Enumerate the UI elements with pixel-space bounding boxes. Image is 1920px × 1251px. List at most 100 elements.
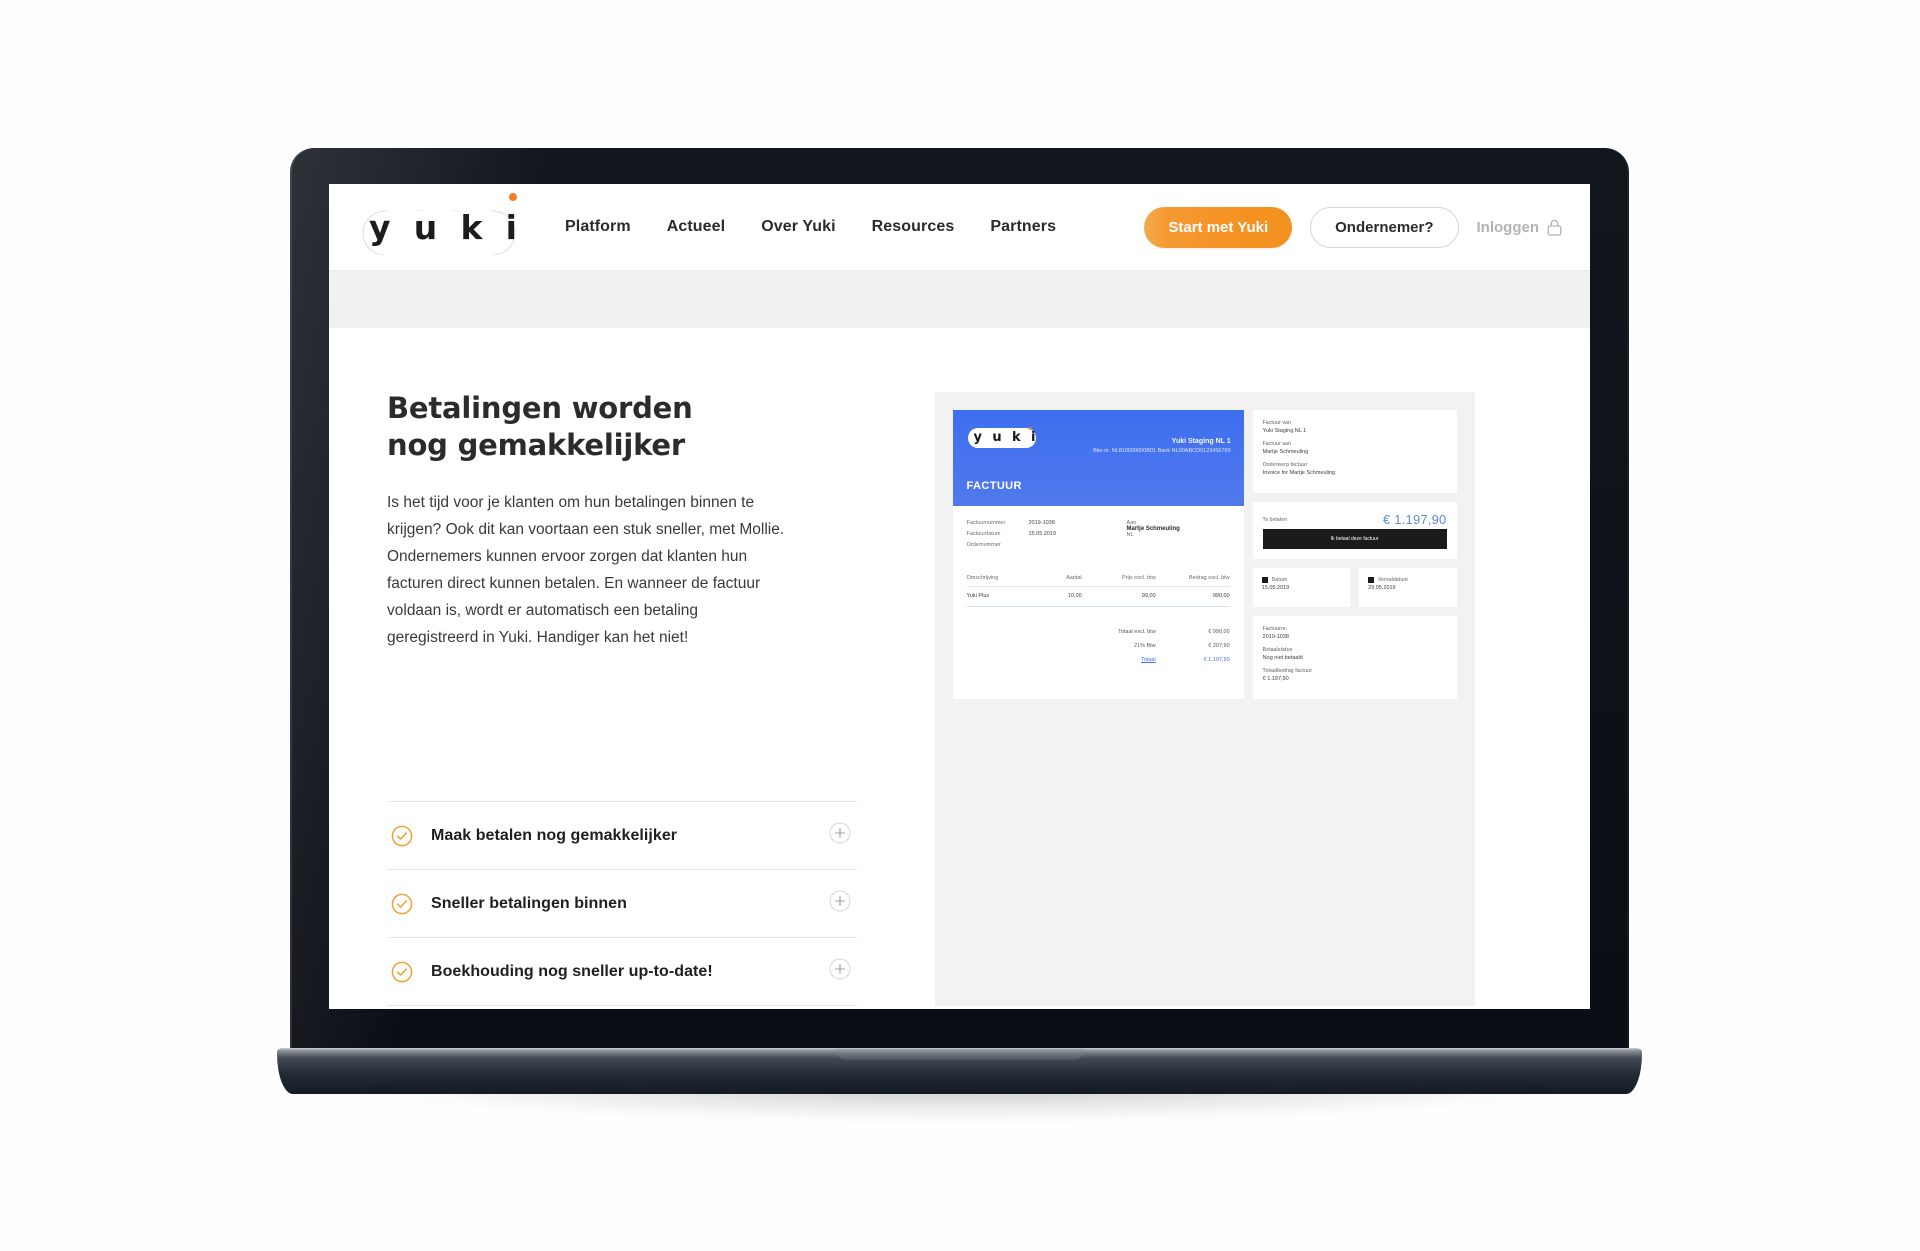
recipient-name: Martje Schmeuling <box>1126 526 1180 532</box>
payment-status-value: Nog niet betaald <box>1262 655 1303 661</box>
secondary-bar <box>329 270 1590 328</box>
invoice-parties-card: Factuur van Yuki Staging NL 1 Factuur aa… <box>1252 410 1457 493</box>
grand-amount-value: € 1.197,90 <box>1262 676 1289 682</box>
nav-item-partners[interactable]: Partners <box>990 218 1056 236</box>
invoice-number-value: 2019-1038 <box>1028 520 1055 526</box>
logo-letter-k: k <box>1012 430 1021 445</box>
accordion-item-1-expand[interactable] <box>829 822 851 849</box>
invoice-sheet: y u k i FACTUUR Yuki Staging NL 1 Btw-nr… <box>952 410 1457 699</box>
subject-value: Invoice for Martje Schmeuling <box>1262 470 1336 476</box>
grand-total-label: Totaal <box>1140 657 1156 663</box>
invoice-side-panel: Factuur van Yuki Staging NL 1 Factuur aa… <box>1252 410 1457 699</box>
due-date-label: Vervaldatum <box>1378 577 1408 583</box>
yuki-logo[interactable]: y u k i <box>355 193 531 258</box>
plus-circle-icon <box>829 822 851 844</box>
subtotal-value: € 990,00 <box>1208 629 1230 635</box>
accordion-item-2-expand[interactable] <box>829 890 851 917</box>
invoice-header: y u k i FACTUUR Yuki Staging NL 1 Btw-nr… <box>952 410 1244 506</box>
invoice-yuki-logo: y u k i <box>967 426 1045 450</box>
pay-invoice-button[interactable]: Ik betaal deze factuur <box>1262 529 1447 549</box>
payment-status-label: Betaalstatus <box>1262 647 1293 653</box>
nav-item-platform[interactable]: Platform <box>565 218 631 236</box>
logo-letter-i: i <box>505 193 517 247</box>
page-intro-paragraph: Is het tijd voor je klanten om hun betal… <box>387 493 785 647</box>
logo-letter-u: u <box>992 430 1002 445</box>
subtotal-label: Totaal excl. btw <box>1118 629 1156 635</box>
start-met-yuki-button[interactable]: Start met Yuki <box>1144 206 1293 248</box>
invoice-payment-card: Te betalen € 1.197,90 Ik betaal deze fac… <box>1252 502 1457 559</box>
total-row-grand: Totaal € 1.197,90 <box>967 653 1230 667</box>
login-label: Inloggen <box>1476 218 1540 236</box>
accordion-item-1[interactable]: Maak betalen nog gemakkelijker <box>387 801 857 871</box>
nav-item-over-yuki[interactable]: Over Yuki <box>761 218 835 236</box>
login-link[interactable]: Inloggen <box>1477 219 1563 236</box>
laptop-lid: y u k i Platform Actueel Over Yuki Resou… <box>290 148 1629 1060</box>
laptop-shadow <box>347 1086 1572 1122</box>
recipient-country: NL <box>1126 532 1134 538</box>
invoice-totals: Totaal excl. btw € 990,00 21% Btw € 207,… <box>967 625 1230 667</box>
due-date-card: Vervaldatum 29.05.2019 <box>1359 568 1457 607</box>
logo-letter-y: y <box>973 430 982 445</box>
page-canvas: y u k i Platform Actueel Over Yuki Resou… <box>0 0 1920 1251</box>
invoice-company-details: Btw-nr. NL810000000B01 Bank NL00ABCD0123… <box>1093 448 1231 454</box>
invoice-date-value: 15.05.2019 <box>1028 531 1057 537</box>
invoice-meta-fields: Factuurnummer 2019-1038 Factuurdatum 15.… <box>967 520 1127 553</box>
cell-omschrijving: Yuki Plus <box>966 593 990 599</box>
from-label: Factuur van <box>1262 420 1292 426</box>
invoice-meta-row: Factuurnummer 2019-1038 <box>967 520 1127 526</box>
accordion-item-2[interactable]: Sneller betalingen binnen <box>387 870 857 939</box>
invoice-logo-letters: y u k i <box>974 430 1036 445</box>
col-omschrijving: Omschrijving <box>966 575 999 581</box>
accordion-item-1-title: Maak betalen nog gemakkelijker <box>431 826 678 844</box>
invoice-meta-row: Ordernummer <box>967 542 1127 548</box>
invoice-table-header: Omschrijving Aantal Prijs excl. btw Bedr… <box>966 575 1230 587</box>
invoice-meta: Factuurnummer 2019-1038 Factuurdatum 15.… <box>953 506 1244 561</box>
logo-letter-u: u <box>413 208 438 247</box>
site-header: y u k i Platform Actueel Over Yuki Resou… <box>329 184 1590 270</box>
grand-total-value: € 1.197,90 <box>1203 657 1230 663</box>
invoice-title: FACTUUR <box>966 480 1022 492</box>
calendar-icon <box>1368 577 1375 583</box>
logo-letter-i: i <box>1031 430 1036 445</box>
invoice-company-name: Yuki Staging NL 1 <box>1171 438 1231 445</box>
total-row-subtotal: Totaal excl. btw € 990,00 <box>967 625 1230 639</box>
invoice-preview: y u k i FACTUUR Yuki Staging NL 1 Btw-nr… <box>934 392 1475 1007</box>
content-left-column: Betalingen worden nog gemakkelijker Is h… <box>387 390 857 1007</box>
ondernemer-button[interactable]: Ondernemer? <box>1310 206 1459 248</box>
invoice-recipient: Aan Martje Schmeuling NL <box>1127 520 1180 553</box>
invoice-summary-card: Factuurnr. 2019-1038 Betaalstatus Nog ni… <box>1252 616 1457 699</box>
accordion-item-3-expand[interactable] <box>829 958 851 985</box>
to-value: Martje Schmeuling <box>1262 449 1309 455</box>
cell-bedrag: 990,00 <box>1212 593 1230 599</box>
content-right-column: y u k i FACTUUR Yuki Staging NL 1 Btw-nr… <box>877 390 1532 1007</box>
table-row: Yuki Plus 10,00 99,00 990,00 <box>966 587 1230 607</box>
col-bedrag: Bedrag excl. btw <box>1189 575 1230 581</box>
amount-due-row: Te betalen € 1.197,90 <box>1263 512 1447 527</box>
logo-letter-y: y <box>369 208 391 247</box>
calendar-icon <box>1261 577 1268 583</box>
header-actions: Start met Yuki Ondernemer? Inloggen <box>1144 206 1563 248</box>
total-row-vat: 21% Btw € 207,90 <box>967 639 1230 653</box>
plus-circle-icon <box>829 890 851 912</box>
feature-accordion: Maak betalen nog gemakkelijker Sneller b… <box>387 801 857 1007</box>
logo-letter-k: k <box>460 208 483 247</box>
nav-item-actueel[interactable]: Actueel <box>667 218 726 236</box>
amount-due-label: Te betalen <box>1262 516 1288 523</box>
nav-item-resources[interactable]: Resources <box>872 218 955 236</box>
amount-due-value: € 1.197,90 <box>1383 512 1447 527</box>
page-title: Betalingen worden nog gemakkelijker <box>387 391 693 462</box>
issue-date-card: Datum 15.05.2019 <box>1252 568 1351 607</box>
invoice-dates-grid: Datum 15.05.2019 Vervaldatum 29.05.2019 <box>1252 568 1457 607</box>
vat-label: 21% Btw <box>1133 643 1156 649</box>
main-content: Betalingen worden nog gemakkelijker Is h… <box>329 328 1590 1007</box>
accordion-item-3[interactable]: Boekhouding nog sneller up-to-date! <box>387 938 857 1007</box>
col-prijs: Prijs excl. btw <box>1122 575 1156 581</box>
order-number-label: Ordernummer <box>966 542 1001 548</box>
issue-date-label: Datum <box>1271 577 1288 583</box>
col-aantal: Aantal <box>1066 575 1082 581</box>
vat-value: € 207,90 <box>1208 643 1230 649</box>
cell-prijs: 99,00 <box>1141 593 1156 599</box>
invoice-company-block: Yuki Staging NL 1 Btw-nr. NL810000000B01… <box>1093 438 1231 454</box>
accordion-item-3-title: Boekhouding nog sneller up-to-date! <box>431 962 713 980</box>
cell-aantal: 10,00 <box>1067 593 1082 599</box>
